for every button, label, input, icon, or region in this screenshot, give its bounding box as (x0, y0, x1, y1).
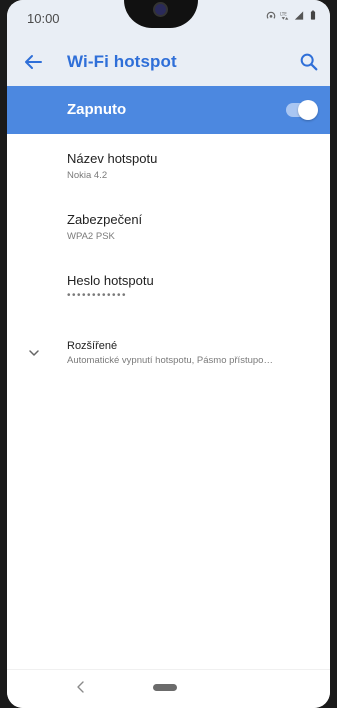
home-pill-icon[interactable] (153, 684, 177, 691)
arrow-left-icon[interactable] (21, 50, 45, 74)
setting-title: Rozšířené (67, 340, 118, 352)
camera-notch (124, 0, 198, 28)
svg-text:LTE: LTE (280, 12, 287, 17)
master-toggle-switch[interactable] (286, 100, 318, 120)
nav-back-icon[interactable] (73, 679, 87, 695)
front-camera-icon (155, 4, 166, 15)
signal-icon (294, 11, 304, 20)
setting-summary: Nokia 4.2 (67, 170, 108, 181)
setting-hotspot-password[interactable]: Heslo hotspotu •••••••••••• (7, 266, 330, 316)
status-bar: 10:00 LTE (7, 0, 330, 38)
chevron-down-icon (29, 350, 39, 356)
page-title: Wi-Fi hotspot (67, 52, 177, 71)
setting-title: Zabezpečení (67, 212, 143, 227)
setting-title: Název hotspotu (67, 151, 158, 166)
status-time: 10:00 (27, 11, 60, 26)
navigation-bar (7, 669, 330, 708)
screen: 10:00 LTE Wi-Fi hotspot Zapnuto Název ho… (7, 0, 330, 708)
battery-icon (310, 10, 316, 20)
lte-icon: LTE (280, 12, 289, 20)
setting-hotspot-name[interactable]: Název hotspotu Nokia 4.2 (7, 144, 330, 194)
setting-security[interactable]: Zabezpečení WPA2 PSK (7, 205, 330, 255)
setting-advanced[interactable]: Rozšířené Automatické vypnutí hotspotu, … (7, 334, 330, 374)
search-icon[interactable] (298, 51, 320, 73)
toggle-thumb (298, 100, 318, 120)
setting-summary: •••••••••••• (67, 290, 128, 301)
setting-summary: Automatické vypnutí hotspotu, Pásmo přís… (67, 355, 273, 366)
master-switch-label: Zapnuto (67, 101, 127, 118)
status-icons: LTE (266, 10, 318, 21)
phone-bezel-right (330, 0, 337, 708)
hotspot-icon (266, 11, 276, 19)
app-bar: Wi-Fi hotspot (7, 38, 330, 86)
setting-title: Heslo hotspotu (67, 273, 154, 288)
setting-summary: WPA2 PSK (67, 231, 115, 242)
master-switch-bar[interactable]: Zapnuto (7, 86, 330, 134)
phone-bezel-left (0, 0, 7, 708)
